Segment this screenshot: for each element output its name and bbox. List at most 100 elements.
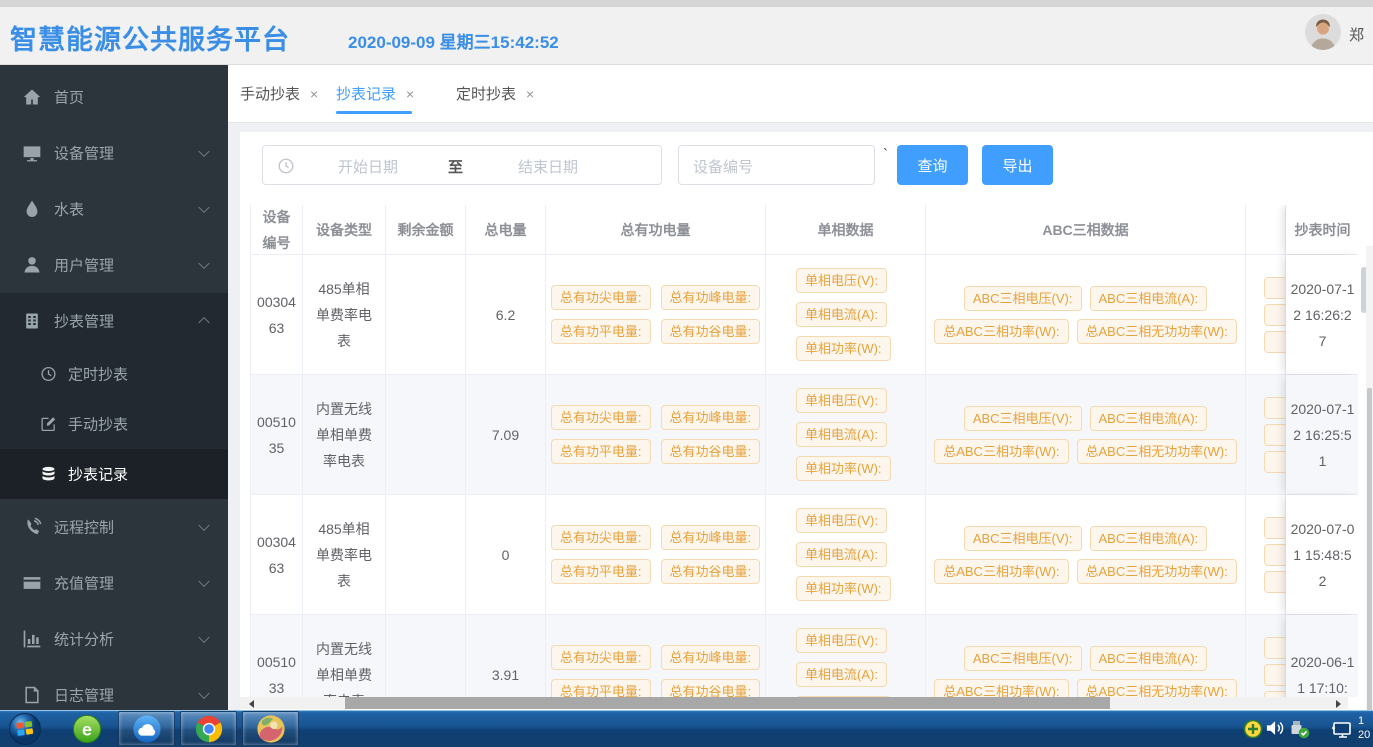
chevron-down-icon: [198, 632, 209, 643]
tag: 总ABC三相功率(W):: [934, 439, 1068, 464]
cell-hidden-tags: [1246, 375, 1286, 494]
cell-single-phase: 单相电压(V): 单相电流(A): 单相功率(W):: [766, 375, 926, 494]
tag: 总有功尖电量:: [551, 645, 651, 670]
col-hidden: [1246, 205, 1286, 254]
page-vertical-scrollbar[interactable]: [1366, 246, 1373, 747]
sidebar-item-scheduled-reading[interactable]: 定时抄表: [0, 349, 228, 399]
cell-read-time: 2020-07-12 16:26:27: [1286, 255, 1358, 374]
sidebar-item-device-mgmt[interactable]: 设备管理: [0, 125, 228, 181]
cell-three-phase: ABC三相电压(V): ABC三相电流(A): 总ABC三相功率(W): 总AB…: [926, 375, 1246, 494]
date-range-picker[interactable]: 开始日期 至 结束日期: [262, 145, 662, 185]
scroll-left-arrow-icon[interactable]: [246, 697, 260, 709]
close-icon[interactable]: ×: [526, 86, 534, 102]
start-button[interactable]: [8, 712, 42, 746]
sidebar-item-meter-reading-mgmt[interactable]: 抄表管理: [0, 293, 228, 349]
card-icon: [22, 573, 42, 593]
user-icon: [22, 255, 42, 275]
cell-device-type: 485单相单费率电表: [303, 495, 386, 614]
horizontal-scrollbar[interactable]: [240, 697, 1348, 709]
sidebar-item-user-mgmt[interactable]: 用户管理: [0, 237, 228, 293]
svg-text:e: e: [82, 719, 92, 739]
cell-device-no: 0051035: [251, 375, 303, 494]
readings-table: 设备编号 设备类型 剩余金额 总电量 总有功电量 单相数据 ABC三相数据 抄表…: [250, 205, 1358, 697]
col-three-phase: ABC三相数据: [926, 205, 1246, 254]
tag: 单相电流(A):: [796, 662, 887, 687]
clipped-tag-fragment: [1264, 637, 1286, 659]
cell-hidden-tags: [1246, 495, 1286, 614]
cell-active-energy: 总有功尖电量: 总有功峰电量: 总有功平电量: 总有功谷电量:: [546, 615, 766, 697]
chevron-down-icon: [198, 258, 209, 269]
cell-single-phase: 单相电压(V): 单相电流(A): 单相功率(W):: [766, 495, 926, 614]
sidebar-item-manual-reading[interactable]: 手动抄表: [0, 399, 228, 449]
chevron-down-icon: [198, 688, 209, 699]
tab-manual-reading[interactable]: 手动抄表×: [240, 65, 318, 123]
page-scrollbar-thumb[interactable]: [1367, 388, 1372, 747]
tag: 总有功平电量:: [551, 319, 651, 344]
chevron-down-icon: [198, 202, 209, 213]
tray-360-safety-icon[interactable]: [1243, 719, 1263, 739]
cell-device-type: 485单相单费率电表: [303, 255, 386, 374]
query-button[interactable]: 查询: [897, 145, 968, 185]
user-menu[interactable]: 郑: [1305, 14, 1373, 54]
end-date-input[interactable]: 结束日期: [518, 156, 578, 177]
device-no-input[interactable]: 设备编号: [678, 145, 875, 185]
tray-network-icon[interactable]: [1330, 719, 1354, 739]
tag: 总ABC三相功率(W):: [934, 679, 1068, 698]
sidebar-item-statistics[interactable]: 统计分析: [0, 611, 228, 667]
tag: ABC三相电压(V):: [964, 406, 1082, 431]
water-drop-icon: [22, 199, 42, 219]
tag: 总有功平电量:: [551, 559, 651, 584]
start-date-input[interactable]: 开始日期: [338, 156, 398, 177]
clipped-tag-fragment: [1264, 664, 1286, 686]
close-icon[interactable]: ×: [406, 86, 414, 102]
cell-device-no: 0030463: [251, 495, 303, 614]
windows-taskbar: e: [0, 710, 1373, 747]
cell-single-phase: 单相电压(V): 单相电流(A): 单相功率(W):: [766, 255, 926, 374]
sidebar-item-reading-records[interactable]: 抄表记录: [0, 449, 228, 499]
clipped-tag-fragment: [1264, 571, 1286, 593]
export-button[interactable]: 导出: [982, 145, 1053, 185]
taskbar-app-chrome[interactable]: [180, 711, 237, 746]
user-name: 郑: [1349, 24, 1364, 45]
app-title: 智慧能源公共服务平台: [10, 18, 290, 57]
horizontal-scrollbar-thumb[interactable]: [345, 697, 1110, 709]
taskbar-app-photos[interactable]: [242, 711, 299, 746]
content-area: 开始日期 至 结束日期 设备编号 ` 查询 导出 设备编号 设备类型 剩余金额 …: [228, 123, 1373, 710]
sidebar-item-home[interactable]: 首页: [0, 69, 228, 125]
tag: 总有功谷电量:: [661, 439, 761, 464]
tag: 总ABC三相无功功率(W):: [1077, 439, 1237, 464]
meter-icon: [22, 311, 42, 331]
scroll-right-arrow-icon[interactable]: [1332, 697, 1346, 709]
cell-balance: [386, 375, 466, 494]
tab-reading-records[interactable]: 抄表记录×: [336, 65, 414, 123]
tag: 总有功峰电量:: [661, 285, 761, 310]
chevron-down-icon: [198, 576, 209, 587]
tray-usb-device-icon[interactable]: [1290, 719, 1310, 739]
col-balance: 剩余金额: [386, 205, 466, 254]
cell-single-phase: 单相电压(V): 单相电流(A): 单相功率(W):: [766, 615, 926, 697]
tag: 单相功率(W):: [796, 456, 891, 481]
header-datetime: 2020-09-09 星期三15:42:52: [348, 28, 559, 53]
taskbar-app-qq-browser[interactable]: [118, 711, 175, 746]
tag: 单相电压(V):: [796, 628, 887, 653]
tag: 总ABC三相无功功率(W):: [1077, 319, 1237, 344]
taskbar-app-360-browser[interactable]: e: [58, 711, 115, 746]
sidebar-item-water-meter[interactable]: 水表: [0, 181, 228, 237]
col-active-energy: 总有功电量: [546, 205, 766, 254]
tab-scheduled-reading[interactable]: 定时抄表×: [456, 65, 534, 123]
close-icon[interactable]: ×: [310, 86, 318, 102]
avatar[interactable]: [1305, 14, 1341, 50]
cell-device-no: 0051033: [251, 615, 303, 697]
tray-volume-icon[interactable]: [1266, 719, 1286, 739]
table-row: 0051035 内置无线单相单费率电表 7.09 总有功尖电量: 总有功峰电量:…: [251, 375, 1358, 495]
tag: ABC三相电压(V):: [964, 526, 1082, 551]
sidebar-item-remote-control[interactable]: 远程控制: [0, 499, 228, 555]
tag: 总有功平电量:: [551, 679, 651, 697]
cell-active-energy: 总有功尖电量: 总有功峰电量: 总有功平电量: 总有功谷电量:: [546, 255, 766, 374]
cell-total-energy: 6.2: [466, 255, 546, 374]
cell-three-phase: ABC三相电压(V): ABC三相电流(A): 总ABC三相功率(W): 总AB…: [926, 495, 1246, 614]
tray-clock[interactable]: 1 20: [1358, 714, 1373, 742]
sidebar-item-recharge-mgmt[interactable]: 充值管理: [0, 555, 228, 611]
tag: 总有功尖电量:: [551, 285, 651, 310]
tag: 单相电压(V):: [796, 268, 887, 293]
